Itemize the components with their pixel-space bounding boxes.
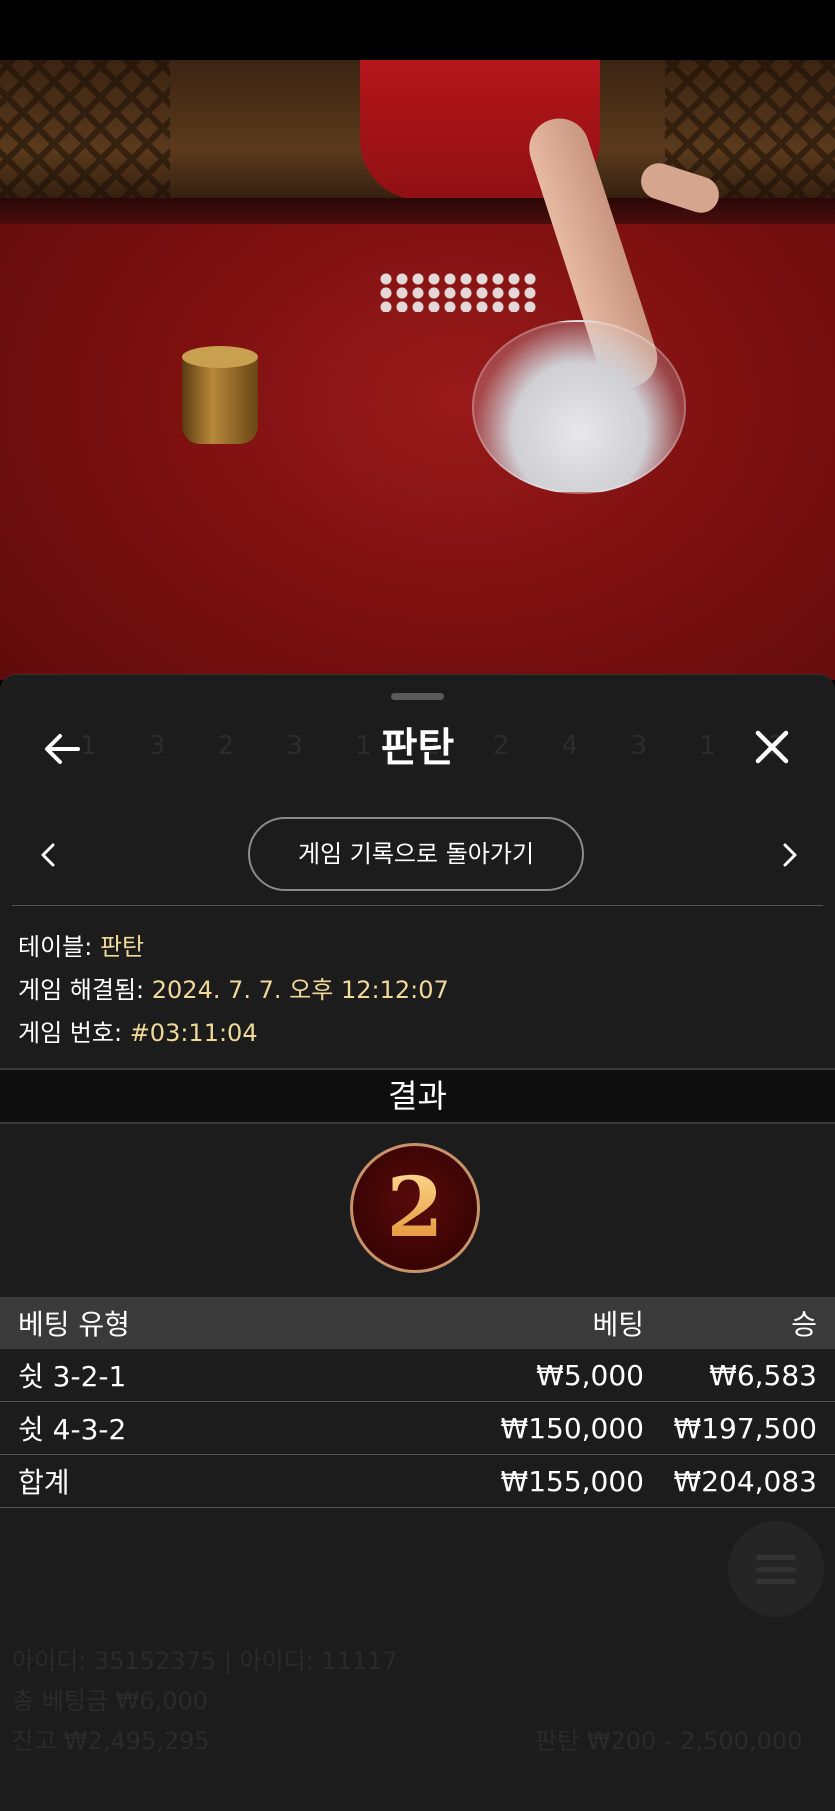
chevron-right-icon[interactable]: [770, 835, 810, 875]
brass-cup: [182, 346, 258, 444]
glass-dome-with-beads: [472, 320, 686, 494]
win-amount-cell: ₩197,500: [673, 1411, 817, 1445]
game-number-info: 게임 번호: #03:11:04: [18, 1013, 258, 1048]
close-icon[interactable]: [750, 725, 794, 769]
history-navigation: 게임 기록으로 돌아가기: [0, 815, 835, 895]
status-bar: [0, 0, 835, 60]
total-win: ₩204,083: [673, 1464, 817, 1498]
game-number-label: 게임 번호:: [18, 1019, 123, 1047]
back-to-history-button[interactable]: 게임 기록으로 돌아가기: [248, 817, 584, 891]
background-footer-right: 판탄 ₩200 - 2,500,000: [535, 1727, 803, 1755]
sheet-drag-handle[interactable]: [391, 693, 444, 700]
lattice-decoration-left: [0, 60, 170, 210]
table-header-row: 베팅 유형 베팅 승: [0, 1297, 835, 1349]
total-label: 합계: [18, 1466, 70, 1499]
result-ball: 2: [350, 1143, 480, 1273]
table-value: 판탄: [99, 933, 145, 961]
table-label: 테이블:: [18, 933, 93, 961]
bet-type-cell: 쉿 3-2-1: [18, 1360, 127, 1393]
win-amount-cell: ₩6,583: [709, 1358, 817, 1392]
result-number: 2: [386, 1160, 444, 1256]
game-detail-sheet: 아이디: 35152375 | 아이디: 11117 총 베팅금 ₩6,000 …: [0, 674, 835, 1811]
sheet-header: 1 3 2 3 1 2 2 4 3 1 2 2 판탄: [0, 713, 835, 783]
total-bet: ₩155,000: [500, 1464, 644, 1498]
divider: [12, 905, 823, 906]
header-bet: 베팅: [592, 1308, 644, 1341]
resolved-label: 게임 해결됨:: [18, 976, 145, 1004]
total-row: 합계 ₩155,000 ₩204,083: [0, 1455, 835, 1508]
chevron-left-icon[interactable]: [28, 835, 68, 875]
table-row: 쉿 3-2-1 ₩5,000 ₩6,583: [0, 1349, 835, 1402]
bet-amount-cell: ₩150,000: [500, 1411, 644, 1445]
bet-type-cell: 쉿 4-3-2: [18, 1413, 127, 1446]
bets-table: 베팅 유형 베팅 승 쉿 3-2-1 ₩5,000 ₩6,583 쉿 4-3-2…: [0, 1297, 835, 1508]
live-video-feed: [0, 60, 835, 680]
game-number-value: #03:11:04: [129, 1019, 258, 1047]
result-heading: 결과: [0, 1068, 835, 1124]
background-footer-line2: 총 베팅금 ₩6,000: [12, 1687, 209, 1715]
resolved-value: 2024. 7. 7. 오후 12:12:07: [151, 976, 449, 1004]
table-info: 테이블: 판탄: [18, 927, 144, 962]
background-footer-line3: 잔고 ₩2,495,295: [12, 1727, 210, 1755]
header-win: 승: [791, 1308, 817, 1341]
bet-amount-cell: ₩5,000: [536, 1358, 644, 1392]
background-menu-icon: [728, 1521, 824, 1617]
background-footer-line1: 아이디: 35152375 | 아이디: 11117: [12, 1647, 398, 1675]
header-bet-type: 베팅 유형: [18, 1308, 130, 1341]
table-row: 쉿 4-3-2 ₩150,000 ₩197,500: [0, 1402, 835, 1455]
page-title: 판탄: [380, 725, 455, 771]
resolved-info: 게임 해결됨: 2024. 7. 7. 오후 12:12:07: [18, 970, 449, 1005]
white-beads: [378, 272, 538, 312]
